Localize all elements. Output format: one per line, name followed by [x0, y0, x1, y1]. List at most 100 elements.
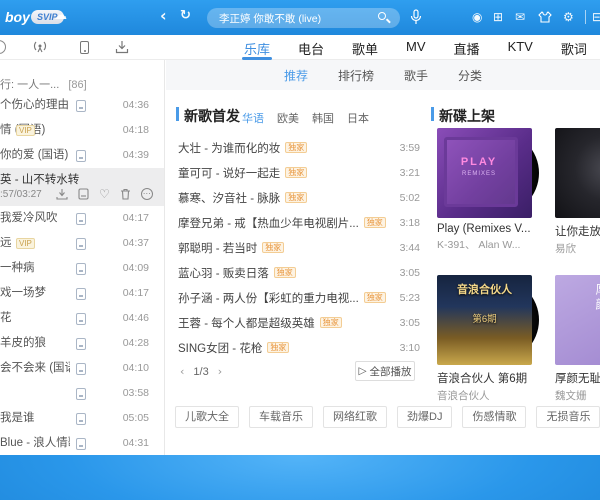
nav-tab[interactable]: 歌单: [338, 35, 392, 60]
listen-scan-icon[interactable]: ◉: [472, 10, 482, 24]
playlist-song-row[interactable]: 03:58: [0, 381, 164, 406]
playlist-song-row[interactable]: Blue - 浪人情歌 04:31: [0, 431, 164, 455]
new-songs-tab[interactable]: 日本: [347, 110, 369, 126]
mv-icon[interactable]: [76, 363, 86, 375]
mv-icon[interactable]: [76, 213, 86, 225]
new-songs-tab[interactable]: 欧美: [277, 110, 299, 126]
mv-icon[interactable]: [76, 288, 86, 300]
tag-button[interactable]: 无损音乐: [536, 406, 600, 428]
album-cover[interactable]: 音浪合伙人 第6期: [437, 275, 532, 365]
app-logo: boy: [5, 9, 30, 25]
now-playing-row[interactable]: 英 - 山不转水转 :57/03:27 ♡ ⋯: [0, 168, 164, 206]
device-phone-icon[interactable]: [80, 41, 89, 54]
cloud-icon[interactable]: ☁: [54, 8, 67, 23]
album-cover[interactable]: PLAY REMIXES: [437, 128, 532, 218]
tag-button[interactable]: 儿歌大全: [175, 406, 239, 428]
refresh-icon[interactable]: ↻: [180, 8, 191, 23]
new-song-row[interactable]: 慕寒、汐音社 - 脉脉 独家 5:02: [178, 185, 420, 210]
apps-grid-icon[interactable]: ⊞: [493, 10, 503, 24]
playlist-song-row[interactable]: 会不会来 (国语) 04:10: [0, 356, 164, 381]
mv-icon[interactable]: [76, 263, 86, 275]
partial-circle-icon[interactable]: [0, 40, 6, 54]
skin-shirt-icon[interactable]: [538, 11, 552, 26]
new-song-row[interactable]: 孙子涵 - 两人份【彩虹的重力电视... 独家 5:23: [178, 285, 420, 310]
page-next-icon[interactable]: ›: [218, 365, 222, 378]
more-options-icon[interactable]: ⋯: [140, 188, 153, 200]
nav-tab[interactable]: 歌词: [547, 35, 600, 60]
settings-gear-icon[interactable]: ⚙: [563, 10, 574, 24]
playlist-song-row[interactable]: 我爱冷风吹 04:17: [0, 206, 164, 231]
album-title[interactable]: 让你走放: [555, 223, 600, 239]
subnav-item[interactable]: 推荐: [284, 67, 308, 84]
album-cover[interactable]: 厚颜 无耻: [555, 275, 600, 365]
mail-icon[interactable]: ✉: [515, 10, 525, 24]
playlist-song-row[interactable]: 情 (国语) VIP 04:18: [0, 118, 164, 143]
mv-icon[interactable]: [76, 100, 86, 112]
album-card[interactable]: 厚颜 无耻 厚颜无耻 魏文姗: [555, 275, 600, 403]
mv-icon[interactable]: [76, 238, 86, 250]
nav-tab[interactable]: KTV: [494, 35, 547, 60]
new-song-row[interactable]: 摩登兄弟 - 戒【热血少年电视剧片... 独家 3:18: [178, 210, 420, 235]
radio-broadcast-icon[interactable]: [31, 39, 49, 58]
delete-trash-icon[interactable]: [120, 188, 131, 200]
song-name: 戏一场梦: [0, 287, 46, 299]
nav-tab[interactable]: 电台: [284, 35, 338, 60]
page-prev-icon[interactable]: ‹: [180, 365, 184, 378]
mv-icon[interactable]: [76, 150, 86, 162]
search-input[interactable]: [207, 8, 400, 28]
subnav-item[interactable]: 排行榜: [338, 67, 374, 84]
album-title[interactable]: 厚颜无耻: [555, 370, 600, 386]
playlist-song-row[interactable]: 一种病 04:09: [0, 256, 164, 281]
album-artist[interactable]: 易欣: [555, 241, 600, 256]
tag-button[interactable]: 劲爆DJ: [397, 406, 453, 428]
mv-icon[interactable]: [76, 438, 86, 450]
tag-button[interactable]: 伤感情歌: [462, 406, 527, 428]
album-artist[interactable]: 音浪合伙人: [437, 388, 545, 403]
tag-button[interactable]: 网络红歌: [323, 406, 387, 428]
playlist-song-row[interactable]: 花 04:46: [0, 306, 164, 331]
new-song-row[interactable]: 郭聪明 - 若当时 独家 3:44: [178, 235, 420, 260]
album-card[interactable]: PLAY REMIXES Play (Remixes V... K-391、 A…: [437, 128, 545, 256]
download-tray-icon[interactable]: [115, 40, 129, 57]
back-icon[interactable]: ‹: [160, 6, 167, 25]
album-title[interactable]: Play (Remixes V...: [437, 223, 545, 235]
playlist-song-row[interactable]: 远 VIP 04:37: [0, 231, 164, 256]
playlist-song-row[interactable]: 戏一场梦 04:17: [0, 281, 164, 306]
album-card[interactable]: 音浪合伙人 第6期 音浪合伙人 第6期 音浪合伙人: [437, 275, 545, 403]
playlist-song-row[interactable]: 我是谁 05:05: [0, 406, 164, 431]
album-title[interactable]: 音浪合伙人 第6期: [437, 370, 545, 386]
new-song-row[interactable]: 王蓉 - 每个人都是超级英雄 独家 3:05: [178, 310, 420, 335]
new-songs-tab[interactable]: 华语: [242, 110, 264, 126]
window-control-icon[interactable]: ⊟: [592, 10, 600, 24]
mv-icon[interactable]: [76, 388, 86, 400]
mic-icon[interactable]: [410, 9, 422, 28]
album-artist[interactable]: 魏文姗: [555, 388, 600, 403]
new-songs-tab[interactable]: 韩国: [312, 110, 334, 126]
search-icon[interactable]: [378, 12, 386, 20]
album-card[interactable]: 让你走放 易欣: [555, 128, 600, 256]
mv-icon[interactable]: [76, 313, 86, 325]
new-song-row[interactable]: 童可可 - 说好一起走 独家 3:21: [178, 160, 420, 185]
nav-tab[interactable]: 乐库: [230, 35, 284, 60]
album-artist[interactable]: K-391、 Alan W...: [437, 237, 545, 252]
subnav-item[interactable]: 分类: [458, 67, 482, 84]
mv-icon[interactable]: [78, 188, 89, 200]
nav-tab[interactable]: 直播: [440, 35, 494, 60]
playlist-song-row[interactable]: 你的爱 (国语) 04:39: [0, 143, 164, 168]
mv-icon[interactable]: [76, 413, 86, 425]
playlist-header[interactable]: 行: 一人一... [86]: [0, 76, 160, 92]
new-song-row[interactable]: 蓝心羽 - 贩卖日落 独家 3:05: [178, 260, 420, 285]
new-song-duration: 3:44: [399, 241, 420, 254]
new-song-row[interactable]: SING女团 - 花枪 独家 3:10: [178, 335, 420, 360]
subnav-item[interactable]: 歌手: [404, 67, 428, 84]
download-icon[interactable]: [56, 188, 68, 200]
favorite-heart-icon[interactable]: ♡: [99, 188, 110, 200]
play-all-button[interactable]: ▷ 全部播放: [355, 361, 415, 381]
playlist-song-row[interactable]: 个伤心的理由 04:36: [0, 93, 164, 118]
mv-icon[interactable]: [76, 338, 86, 350]
album-cover[interactable]: [555, 128, 600, 218]
playlist-song-row[interactable]: 羊皮的狼 04:28: [0, 331, 164, 356]
nav-tab[interactable]: MV: [392, 35, 440, 60]
new-song-row[interactable]: 大壮 - 为谁而化的妆 独家 3:59: [178, 135, 420, 160]
tag-button[interactable]: 车载音乐: [249, 406, 313, 428]
